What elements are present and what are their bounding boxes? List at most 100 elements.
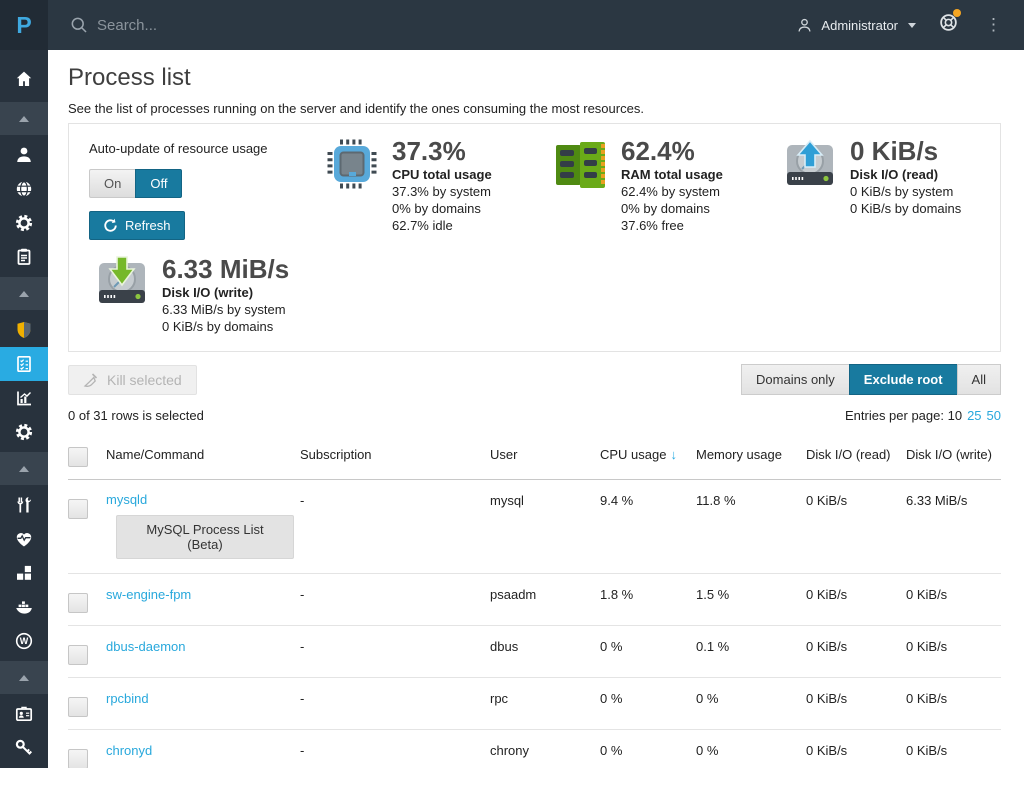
sidebar-item-health[interactable] [0, 522, 48, 556]
sidebar-item-wordpress[interactable]: W [0, 624, 48, 658]
disk-read-icon [782, 136, 838, 192]
collapse-up-icon [19, 675, 29, 681]
gear-icon [14, 213, 34, 233]
disk-write-label: Disk I/O (write) [162, 284, 289, 301]
sidebar-item-tools[interactable] [0, 488, 48, 522]
table-row: sw-engine-fpm - psaadm 1.8 % 1.5 % 0 KiB… [68, 574, 1001, 626]
ram-label: RAM total usage [621, 166, 723, 183]
topbar: Administrator ⋮ [48, 0, 1024, 50]
row-checkbox[interactable] [68, 645, 88, 665]
process-link[interactable]: dbus-daemon [106, 639, 186, 654]
table-header-row: Name/Command Subscription User CPU usage… [68, 435, 1001, 480]
sidebar-item-home[interactable] [0, 59, 48, 99]
table-row: rpcbind - rpc 0 % 0 % 0 KiB/s 0 KiB/s [68, 678, 1001, 730]
sidebar-item-keys[interactable] [0, 731, 48, 765]
clipboard-icon [14, 247, 34, 267]
process-link[interactable]: chronyd [106, 743, 152, 758]
subscription-cell: - [300, 730, 490, 768]
filter-domains-only[interactable]: Domains only [741, 364, 849, 395]
disk-read-cell: 0 KiB/s [806, 574, 906, 614]
col-subscription[interactable]: Subscription [300, 435, 490, 474]
col-disk-read[interactable]: Disk I/O (read) [806, 435, 906, 474]
ram-line: 62.4% by system [621, 183, 723, 200]
tools-icon [14, 495, 34, 515]
user-cell: mysql [490, 480, 600, 520]
filter-exclude-root[interactable]: Exclude root [849, 364, 957, 395]
sidebar-item-docker[interactable] [0, 590, 48, 624]
user-menu-label: Administrator [821, 18, 898, 33]
key-icon [14, 738, 34, 758]
auto-update-on-button[interactable]: On [89, 169, 135, 198]
process-list-icon [14, 354, 34, 374]
col-disk-write[interactable]: Disk I/O (write) [906, 435, 1001, 474]
ram-value: 62.4% [621, 136, 723, 166]
col-user[interactable]: User [490, 435, 600, 474]
cpu-cell: 9.4 % [600, 480, 696, 520]
extensions-blocks-icon [14, 563, 34, 583]
sidebar-item-monitoring[interactable] [0, 381, 48, 415]
sidebar-item-services[interactable] [0, 415, 48, 449]
auto-update-off-button[interactable]: Off [135, 169, 182, 198]
refresh-button[interactable]: Refresh [89, 211, 185, 240]
search-bar[interactable] [70, 16, 796, 34]
search-input[interactable] [97, 17, 397, 34]
mysql-process-list-button[interactable]: MySQL Process List (Beta) [116, 515, 294, 559]
disk-write-line: 6.33 MiB/s by system [162, 301, 289, 318]
docker-icon [14, 597, 34, 617]
sidebar-item-extensions[interactable] [0, 556, 48, 590]
row-checkbox[interactable] [68, 499, 88, 519]
plesk-logo[interactable]: P [0, 0, 48, 50]
col-memory[interactable]: Memory usage [696, 435, 806, 474]
sidebar-item-layout[interactable] [0, 765, 48, 799]
svg-text:W: W [20, 636, 29, 646]
row-checkbox[interactable] [68, 593, 88, 613]
row-checkbox[interactable] [68, 749, 88, 768]
cpu-cell: 1.8 % [600, 574, 696, 614]
sidebar-section-collapse[interactable] [0, 452, 48, 485]
main-content: Process list See the list of processes r… [48, 50, 1024, 768]
col-name[interactable]: Name/Command [106, 435, 300, 474]
cpu-chip-icon [324, 136, 380, 192]
row-checkbox[interactable] [68, 697, 88, 717]
process-link[interactable]: mysqld [106, 492, 147, 507]
disk-read-line: 0 KiB/s by system [850, 183, 961, 200]
sidebar-section-collapse[interactable] [0, 102, 48, 135]
kill-selected-button[interactable]: Kill selected [68, 365, 197, 395]
globe-icon [14, 179, 34, 199]
sidebar-item-security[interactable] [0, 313, 48, 347]
disk-read-cell: 0 KiB/s [806, 480, 906, 520]
user-menu[interactable]: Administrator [796, 17, 916, 34]
layout-panel-icon [14, 772, 34, 792]
sidebar-section-collapse[interactable] [0, 661, 48, 694]
collapse-up-icon [19, 116, 29, 122]
page-title: Process list [68, 64, 1001, 92]
cpu-cell: 0 % [600, 678, 696, 718]
kebab-menu-icon[interactable]: ⋮ [981, 15, 1006, 35]
collapse-up-icon [19, 466, 29, 472]
sidebar-item-process-list[interactable] [0, 347, 48, 381]
chevron-down-icon [908, 23, 916, 28]
disk-read-value: 0 KiB/s [850, 136, 961, 166]
select-all-checkbox[interactable] [68, 447, 88, 467]
per-page-50-link[interactable]: 50 [987, 408, 1001, 423]
kill-selected-label: Kill selected [107, 372, 182, 388]
ram-line: 37.6% free [621, 217, 723, 234]
process-link[interactable]: sw-engine-fpm [106, 587, 191, 602]
cpu-line: 62.7% idle [392, 217, 492, 234]
process-link[interactable]: rpcbind [106, 691, 149, 706]
cpu-cell: 0 % [600, 730, 696, 768]
cpu-line: 37.3% by system [392, 183, 492, 200]
per-page-25-link[interactable]: 25 [967, 408, 981, 423]
sidebar-section-collapse[interactable] [0, 277, 48, 310]
filter-all[interactable]: All [957, 364, 1001, 395]
disk-write-icon [94, 254, 150, 310]
col-cpu[interactable]: CPU usage↓ [600, 435, 696, 474]
subscription-cell: - [300, 678, 490, 718]
auto-update-label: Auto-update of resource usage [89, 141, 324, 156]
sidebar-item-backup[interactable] [0, 697, 48, 731]
help-button[interactable] [938, 12, 959, 38]
sidebar-item-settings[interactable] [0, 206, 48, 240]
sidebar-item-domains[interactable] [0, 172, 48, 206]
sidebar-item-users[interactable] [0, 138, 48, 172]
sidebar-item-tasks[interactable] [0, 240, 48, 274]
